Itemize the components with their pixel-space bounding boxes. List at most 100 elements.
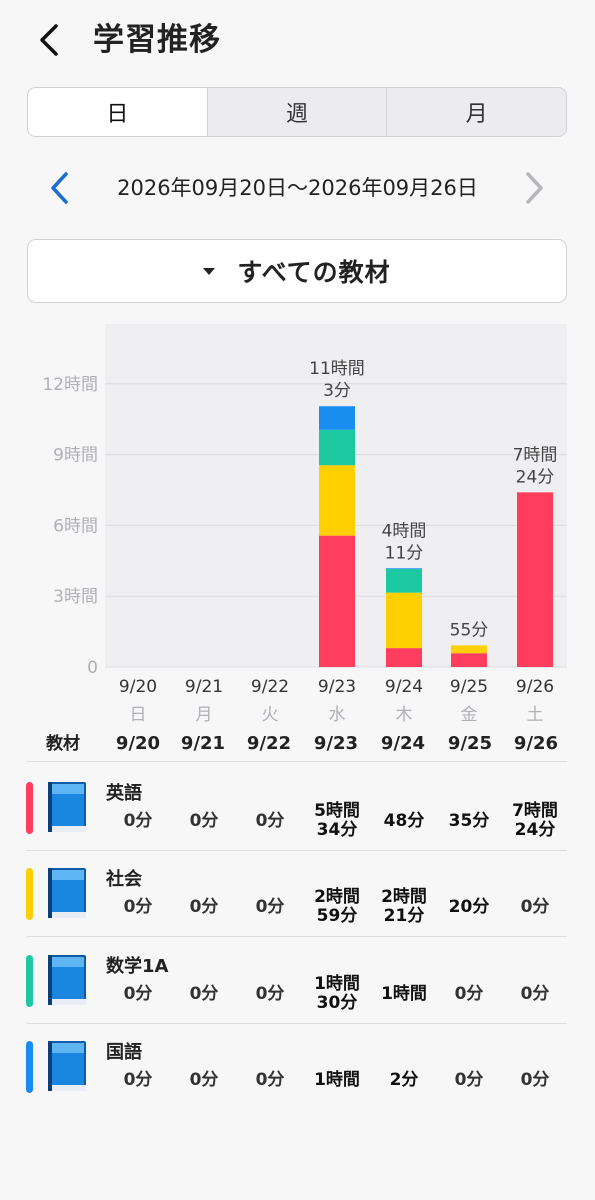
y-tick-label: 0 xyxy=(87,658,98,678)
table-cell: 0分 xyxy=(454,983,484,1004)
bar-segment-英語 xyxy=(517,492,553,667)
table-cell: 0分 xyxy=(123,1069,153,1090)
y-tick-label: 12時間 xyxy=(42,375,98,395)
table-header-date: 9/23 xyxy=(313,733,359,754)
subject-color-bar xyxy=(26,868,33,920)
table-cell: 1時間 30分 xyxy=(314,974,360,1013)
subject-color-bar xyxy=(26,1041,33,1093)
bar-segment-英語 xyxy=(319,535,355,667)
tab-month[interactable]: 月 xyxy=(386,88,566,136)
y-tick-label: 6時間 xyxy=(53,516,98,536)
table-row: 社会 0分 0分 0分 2時間 59分 2時間 21分 20分 0分 xyxy=(0,851,595,937)
divider xyxy=(27,936,567,937)
weekday-label: 火 xyxy=(262,705,279,725)
table-cell: 0分 xyxy=(189,1069,219,1090)
bar-segment-国語 xyxy=(386,568,422,570)
table-header-date: 9/22 xyxy=(246,733,292,754)
table-cell: 1時間 xyxy=(381,983,427,1004)
table-cell: 0分 xyxy=(520,896,550,917)
table-cell: 0分 xyxy=(520,1069,550,1090)
table-cell: 0分 xyxy=(189,810,219,831)
table-header-label: 教材 xyxy=(46,734,80,754)
table-cell: 2分 xyxy=(389,1069,419,1090)
bar-total-label: 11時間 xyxy=(309,359,365,379)
bar-segment-数学1A xyxy=(319,429,355,466)
next-week-button[interactable] xyxy=(514,166,554,210)
table-cell: 20分 xyxy=(448,896,490,917)
book-icon xyxy=(46,780,88,838)
bar-segment-社会 xyxy=(319,465,355,536)
table-cell: 7時間 24分 xyxy=(512,801,558,840)
table-cell: 2時間 21分 xyxy=(381,887,427,926)
app-header: 学習推移 xyxy=(0,0,595,80)
material-filter-dropdown[interactable]: すべての教材 xyxy=(27,239,567,303)
table-cell: 0分 xyxy=(255,983,285,1004)
page-title: 学習推移 xyxy=(93,22,221,58)
material-filter-label: すべての教材 xyxy=(237,258,391,287)
table-header-date: 9/21 xyxy=(180,733,226,754)
bar-segment-国語 xyxy=(319,406,355,430)
table-header-date: 9/24 xyxy=(380,733,426,754)
table-cell: 0分 xyxy=(255,1069,285,1090)
book-icon xyxy=(46,1039,88,1097)
table-header-date: 9/26 xyxy=(513,733,559,754)
table-cell: 1時間 xyxy=(314,1069,360,1090)
bar-total-label: 4時間 xyxy=(382,521,427,541)
table-header: 教材 9/20 9/21 9/22 9/23 9/24 9/25 9/26 xyxy=(0,727,595,761)
table-header-date: 9/20 xyxy=(115,733,161,754)
x-tick-label: 9/23 xyxy=(318,677,356,697)
weekday-label: 日 xyxy=(130,705,147,725)
book-icon xyxy=(46,953,88,1011)
table-cell: 0分 xyxy=(189,896,219,917)
date-range-label: 2026年09月20日〜2026年09月26日 xyxy=(117,176,478,200)
subject-color-bar xyxy=(26,782,33,834)
y-tick-label: 3時間 xyxy=(53,587,98,607)
table-cell: 35分 xyxy=(448,810,490,831)
previous-week-button[interactable] xyxy=(40,166,80,210)
bar-segment-英語 xyxy=(451,653,487,667)
y-tick-label: 9時間 xyxy=(53,446,98,466)
caret-down-icon xyxy=(203,267,216,275)
weekday-label: 土 xyxy=(527,705,544,725)
bar-segment-社会 xyxy=(386,592,422,649)
table-cell: 0分 xyxy=(520,983,550,1004)
chevron-right-icon xyxy=(526,172,543,204)
date-navigator: 2026年09月20日〜2026年09月26日 xyxy=(0,160,595,216)
x-tick-label: 9/26 xyxy=(516,677,554,697)
x-tick-label: 9/20 xyxy=(119,677,157,697)
table-cell: 0分 xyxy=(255,810,285,831)
chevron-left-icon xyxy=(51,172,68,204)
bar-total-label: 11分 xyxy=(385,543,424,563)
bar-total-label: 24分 xyxy=(516,467,555,487)
bar-total-label: 3分 xyxy=(323,381,351,401)
table-cell: 5時間 34分 xyxy=(314,801,360,840)
period-tabs: 日 週 月 xyxy=(27,87,567,137)
x-tick-label: 9/24 xyxy=(385,677,423,697)
subject-color-bar xyxy=(26,955,33,1007)
table-cell: 2時間 59分 xyxy=(314,887,360,926)
table-cell: 48分 xyxy=(383,810,425,831)
x-tick-label: 9/25 xyxy=(450,677,488,697)
table-cell: 0分 xyxy=(123,983,153,1004)
table-header-date: 9/25 xyxy=(447,733,493,754)
weekday-label: 金 xyxy=(461,705,478,725)
bar-total-label: 55分 xyxy=(450,620,489,640)
table-cell: 0分 xyxy=(123,896,153,917)
table-row: 国語 0分 0分 0分 1時間 2分 0分 0分 xyxy=(0,1024,595,1110)
tab-day[interactable]: 日 xyxy=(28,88,207,136)
table-cell: 0分 xyxy=(255,896,285,917)
back-button[interactable] xyxy=(30,18,70,62)
bar-total-label: 7時間 xyxy=(513,445,558,465)
weekday-label: 木 xyxy=(396,705,413,725)
study-time-chart: 0 3時間 6時間 9時間 12時間 9/20 日 9/21 月 9/22 火 11時間3分 9/23 水… xyxy=(42,324,567,725)
x-tick-label: 9/22 xyxy=(251,677,289,697)
divider xyxy=(27,761,567,762)
table-cell: 0分 xyxy=(454,1069,484,1090)
tab-week[interactable]: 週 xyxy=(206,88,387,136)
table-row: 英語 0分 0分 0分 5時間 34分 48分 35分 7時間 24分 xyxy=(0,765,595,851)
weekday-label: 水 xyxy=(329,705,346,725)
x-tick-label: 9/21 xyxy=(185,677,223,697)
bar-segment-数学1A xyxy=(386,569,422,593)
table-cell: 0分 xyxy=(123,810,153,831)
table-row: 数学1A 0分 0分 0分 1時間 30分 1時間 0分 0分 xyxy=(0,938,595,1024)
